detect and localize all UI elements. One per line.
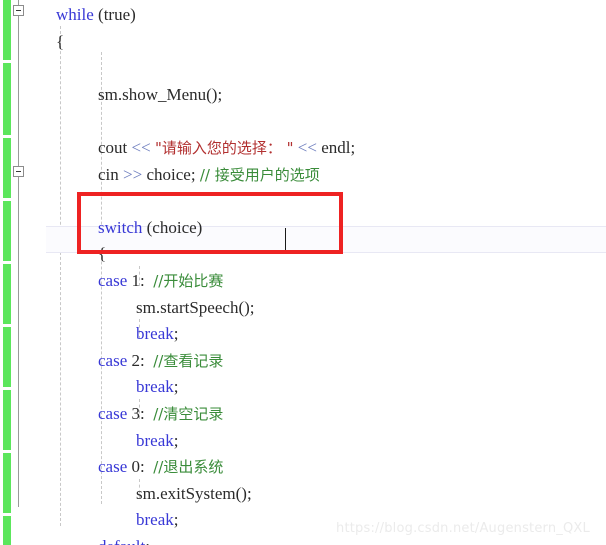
code-line[interactable]: case 2: //查看记录 (0, 348, 606, 375)
code-token-kw: case (98, 457, 128, 477)
code-token-plain: { (98, 244, 107, 264)
code-editor[interactable]: while (true){sm.show_Menu(); cout << "请输入… (0, 0, 606, 545)
code-line[interactable]: { (0, 29, 606, 56)
code-line[interactable]: break; (0, 374, 606, 401)
code-token-op: << (131, 138, 155, 157)
code-token-plain: : (145, 537, 150, 545)
code-token-kw: while (56, 5, 94, 24)
code-line[interactable] (0, 188, 606, 215)
code-token-kw: break (136, 430, 174, 450)
code-token-plain: ; (173, 377, 179, 397)
code-token-cmt: // 接受用户的选项 (199, 165, 320, 184)
text-caret (285, 228, 286, 250)
code-token-kw: break (136, 324, 174, 344)
code-token-op: >> (123, 164, 147, 184)
code-token-kw: switch (98, 217, 143, 237)
code-token-cmt: //查看记录 (153, 351, 224, 370)
code-line[interactable]: sm.show_Menu(); (0, 82, 606, 109)
code-token-kw: break (136, 510, 174, 530)
code-token-plain: (choice) (146, 217, 203, 237)
code-line[interactable]: break; (0, 428, 606, 455)
code-line[interactable]: { (0, 241, 606, 268)
code-token-kw: case (98, 350, 128, 370)
code-token-cmt: //退出系统 (153, 458, 224, 477)
code-token-plain: endl; (321, 138, 356, 157)
code-token-plain: cin (98, 164, 124, 184)
code-line[interactable]: case 1: //开始比赛 (0, 268, 606, 295)
code-token-kw: case (98, 271, 128, 290)
code-token-plain: sm.show_Menu(); (98, 84, 223, 104)
code-line[interactable]: break; (0, 321, 606, 348)
code-line[interactable]: sm.startSpeech(); (0, 295, 606, 322)
code-token-plain: 3: (127, 404, 154, 423)
code-token-kw: case (98, 404, 128, 423)
code-token-plain: 1: (127, 271, 154, 290)
code-line[interactable]: while (true) (0, 2, 606, 29)
code-line[interactable]: case 3: //清空记录 (0, 401, 606, 428)
code-line[interactable]: cin >> choice; // 接受用户的选项 (0, 162, 606, 189)
code-line[interactable] (0, 108, 606, 135)
code-token-plain: ; (173, 430, 179, 450)
code-token-plain: ; (173, 510, 179, 530)
code-token-str: "请输入您的选择： " (154, 139, 294, 157)
code-token-plain: 0: (127, 457, 154, 477)
code-token-plain: 2: (127, 350, 154, 370)
code-line[interactable]: switch (choice) (0, 215, 606, 242)
code-token-cmt: //开始比赛 (153, 272, 224, 290)
code-token-op: << (297, 138, 322, 157)
code-token-plain: sm.startSpeech(); (136, 297, 255, 317)
code-token-kw: default (98, 537, 145, 545)
code-token-cmt: //清空记录 (153, 405, 224, 423)
code-token-plain: { (56, 31, 65, 51)
code-token-plain: sm.exitSystem(); (136, 483, 252, 503)
code-line[interactable] (0, 55, 606, 82)
code-token-plain: choice; (146, 164, 200, 184)
code-token-kw: break (136, 377, 174, 397)
code-token-plain: cout (98, 138, 132, 157)
code-line[interactable]: cout << "请输入您的选择： " << endl; (0, 135, 606, 162)
watermark-text: https://blog.csdn.net/Augenstern_QXL (336, 521, 590, 536)
code-line[interactable]: sm.exitSystem(); (0, 481, 606, 508)
code-token-plain: (true) (98, 5, 136, 24)
code-line[interactable]: case 0: //退出系统 (0, 454, 606, 481)
code-token-plain: ; (173, 324, 179, 344)
